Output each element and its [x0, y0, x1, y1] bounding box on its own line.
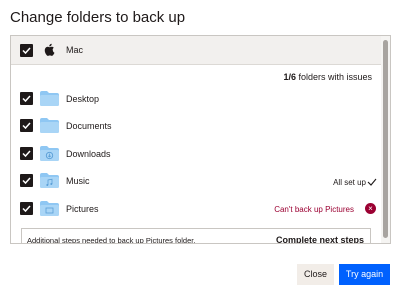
documents-checkbox[interactable]	[20, 119, 33, 132]
try-again-button[interactable]: Try again	[339, 264, 390, 285]
folder-list-panel: Mac 1/6 folders with issues Desktop Docu…	[10, 35, 391, 244]
complete-next-steps-link[interactable]: Complete next steps	[276, 235, 364, 243]
device-checkbox[interactable]	[20, 44, 33, 57]
device-header-row: Mac	[11, 36, 382, 65]
scrollbar-thumb[interactable]	[383, 40, 388, 238]
issues-text: folders with issues	[295, 72, 372, 82]
issues-count: 1/6	[283, 72, 296, 82]
downloads-checkbox[interactable]	[20, 147, 33, 160]
pictures-checkbox[interactable]	[20, 202, 33, 215]
folder-download-icon	[40, 146, 59, 161]
apple-icon	[44, 43, 55, 56]
folder-name: Desktop	[66, 94, 100, 104]
folder-icon	[40, 118, 59, 133]
close-button[interactable]: Close	[297, 264, 334, 285]
folder-music-icon	[40, 173, 59, 188]
issues-summary: 1/6 folders with issues	[283, 72, 372, 82]
dialog-title: Change folders to back up	[10, 9, 186, 26]
checkmark-icon	[367, 178, 377, 186]
status-text: All set up	[333, 178, 366, 187]
desktop-checkbox[interactable]	[20, 92, 33, 105]
device-name: Mac	[66, 45, 84, 55]
folder-name: Music	[66, 176, 90, 186]
music-checkbox[interactable]	[20, 174, 33, 187]
error-status-text: Can't back up Pictures	[274, 205, 354, 214]
scrollbar[interactable]	[381, 36, 390, 243]
folder-name: Downloads	[66, 149, 111, 159]
folder-name: Documents	[66, 121, 112, 131]
folder-icon	[40, 91, 59, 106]
error-icon: ×	[365, 203, 376, 214]
folder-name: Pictures	[66, 204, 99, 214]
notice-text: Additional steps needed to back up Pictu…	[27, 236, 196, 244]
folder-picture-icon	[40, 201, 59, 216]
notice-banner: Additional steps needed to back up Pictu…	[21, 228, 371, 244]
